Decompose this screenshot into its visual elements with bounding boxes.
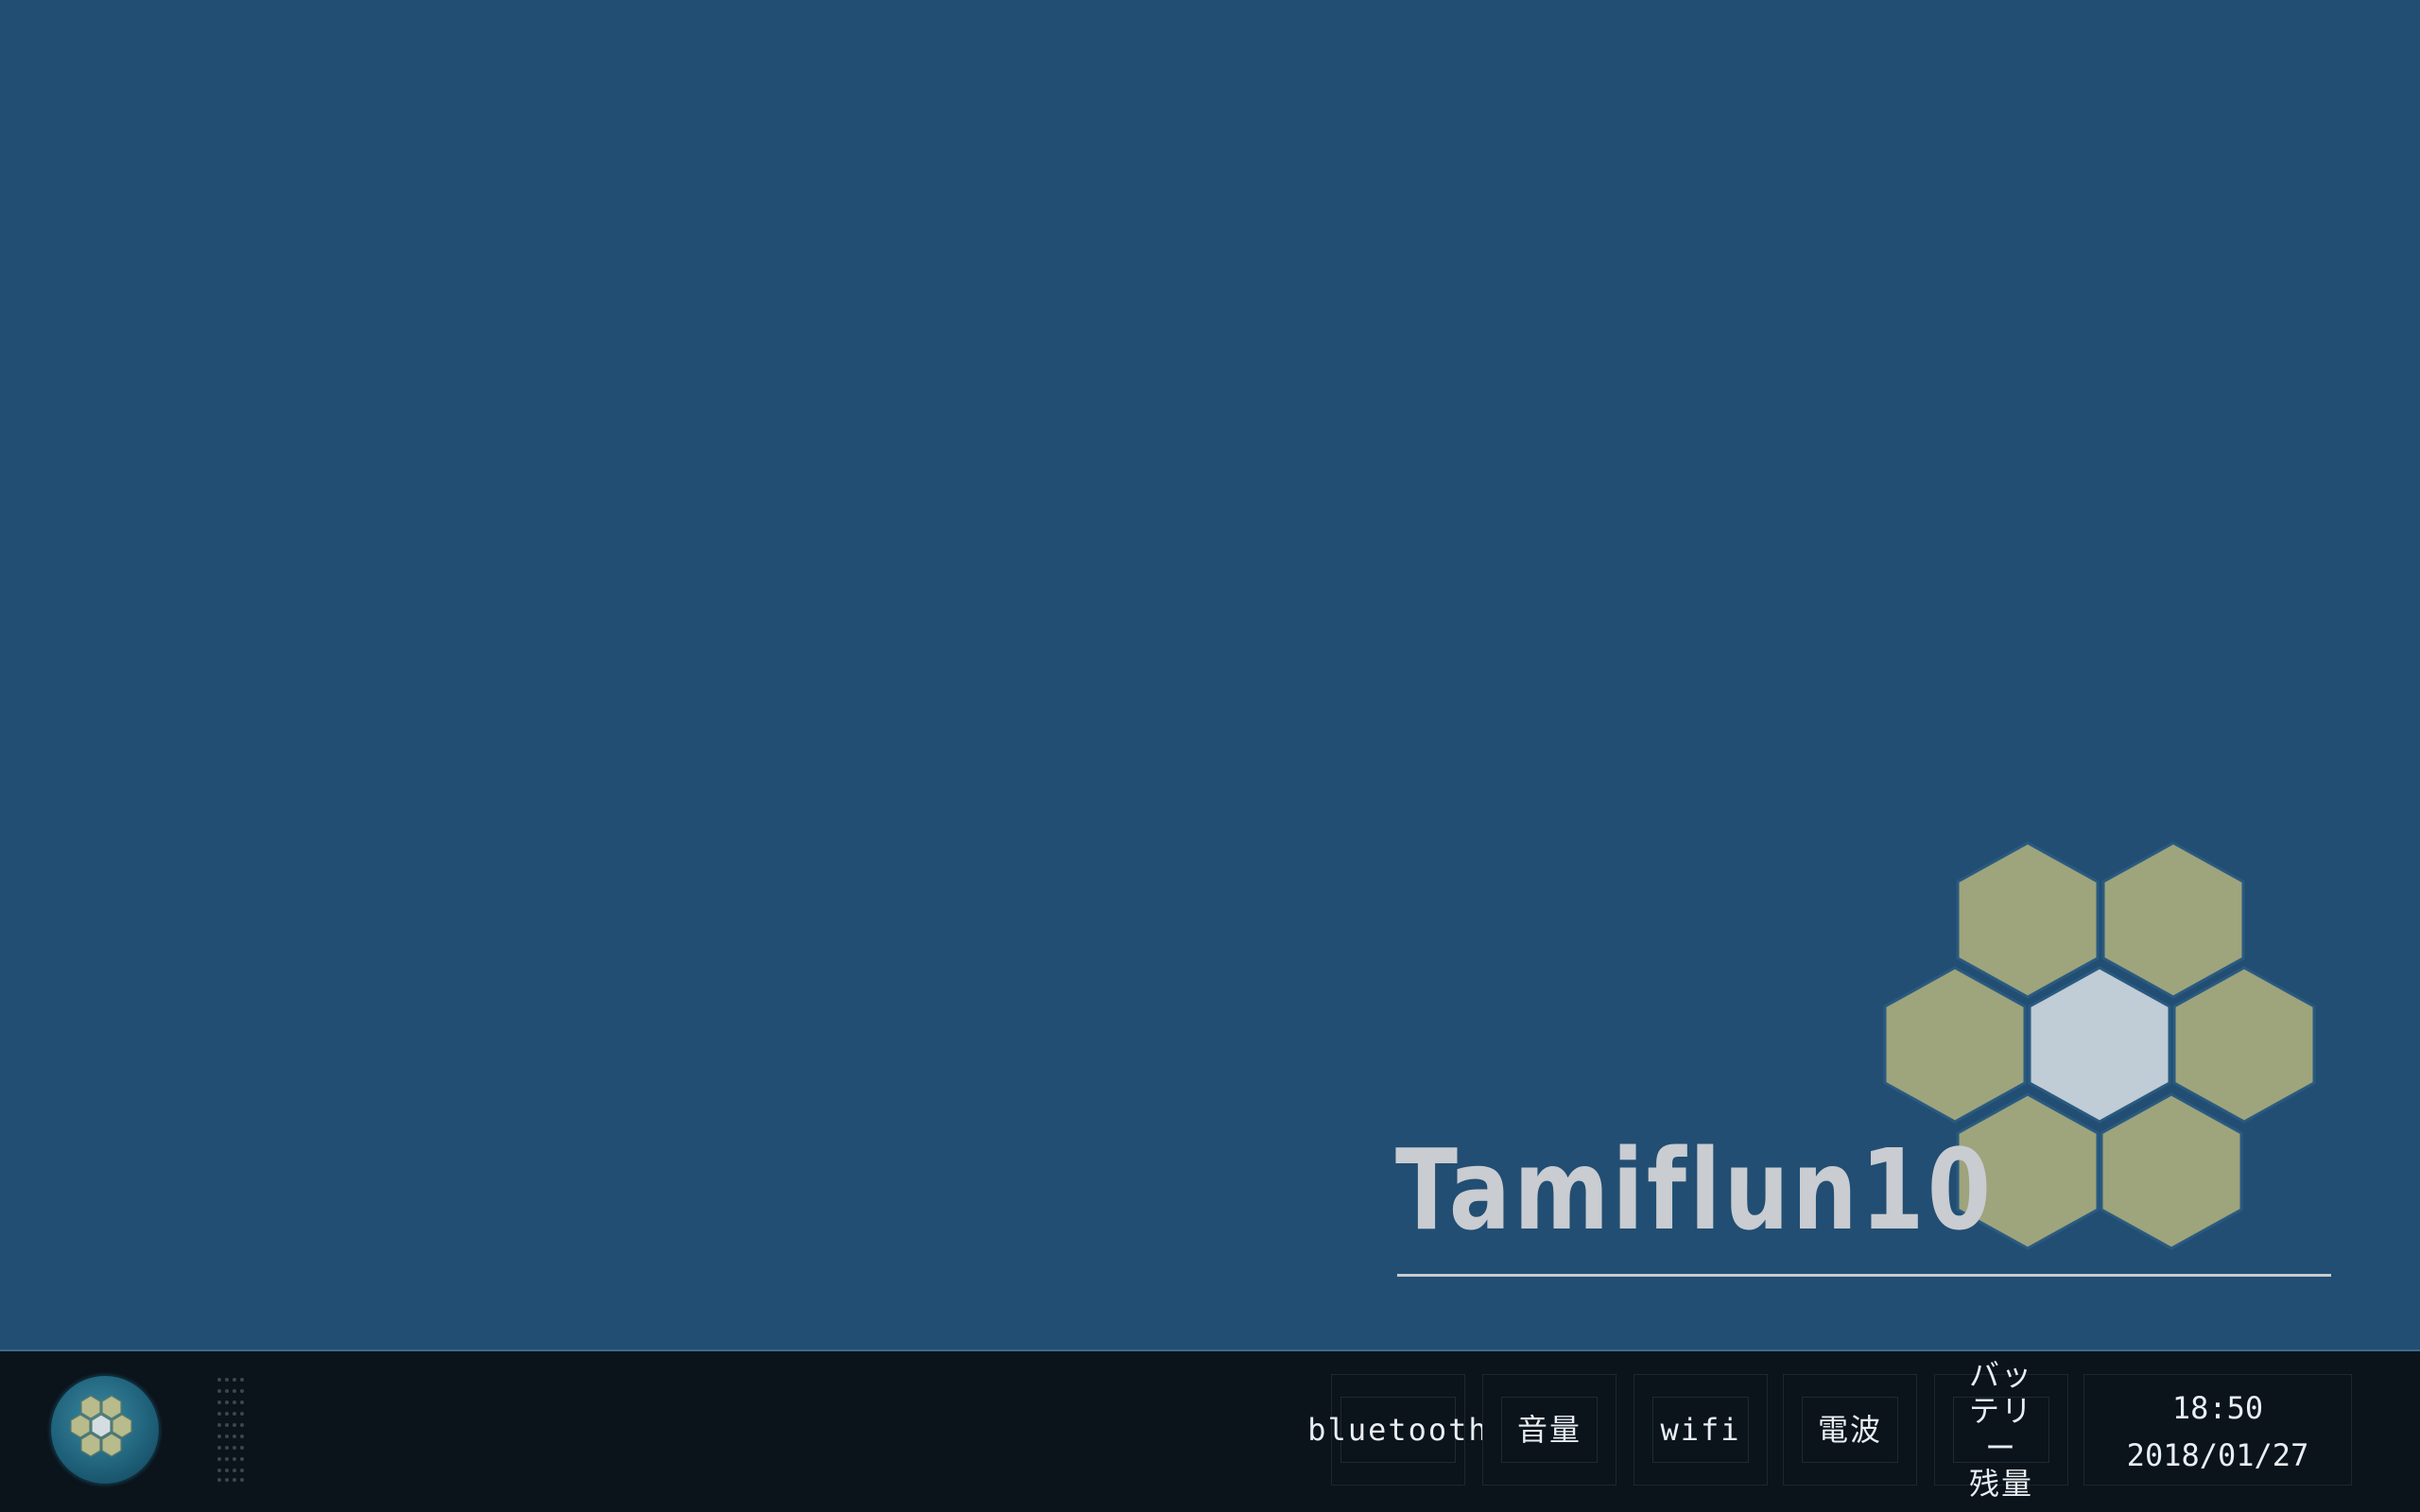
tray-wifi-button[interactable]: wifi — [1634, 1374, 1768, 1486]
logo-hex-middle-left — [1883, 966, 2027, 1124]
clock[interactable]: 18:50 2018/01/27 — [2083, 1374, 2352, 1486]
hexagon-flower-icon — [70, 1395, 132, 1457]
tray-signal-label: 電波 — [1817, 1411, 1883, 1448]
taskbar: bluetooth 音量 wifi 電波 バッテリー 残量 18:50 2018… — [0, 1349, 2420, 1512]
brand-title: Tamiflun10 — [1395, 1125, 1995, 1255]
tray-volume-button[interactable]: 音量 — [1482, 1374, 1616, 1486]
tray-battery-label: バッテリー 残量 — [1968, 1357, 2033, 1503]
start-button[interactable] — [51, 1376, 159, 1484]
logo-hex-top-left — [1956, 841, 2100, 999]
logo-hex-top-right — [2101, 841, 2245, 999]
tray-signal-button[interactable]: 電波 — [1783, 1374, 1917, 1486]
brand-underline — [1397, 1274, 2331, 1277]
tray-volume-label: 音量 — [1516, 1411, 1582, 1448]
logo-hex-middle-right — [2172, 966, 2316, 1124]
tray-bluetooth-label: bluetooth — [1307, 1411, 1489, 1448]
grip-dots-icon[interactable] — [214, 1374, 248, 1484]
clock-date: 2018/01/27 — [2126, 1437, 2309, 1473]
tray-wifi-label: wifi — [1660, 1411, 1741, 1448]
tray-battery-button[interactable]: バッテリー 残量 — [1934, 1357, 2068, 1502]
desktop: Tamiflun10 — [0, 0, 2420, 1349]
logo-hex-bottom-right — [2100, 1092, 2243, 1250]
logo-hex-center — [2028, 966, 2171, 1124]
clock-time: 18:50 — [2171, 1390, 2264, 1426]
tray-bluetooth-button[interactable]: bluetooth — [1307, 1374, 1487, 1486]
